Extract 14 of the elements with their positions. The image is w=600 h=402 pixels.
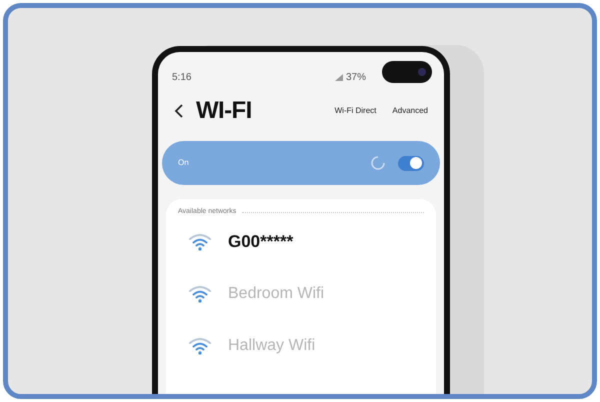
status-time: 5:16 [172, 71, 192, 85]
camera-cutout [382, 61, 432, 83]
back-icon[interactable] [174, 103, 184, 119]
wifi-icon [188, 336, 212, 354]
signal-icon [334, 74, 343, 81]
battery-percent: 37% [346, 71, 366, 85]
wifi-switch[interactable] [398, 156, 424, 170]
header-action-link[interactable]: Wi-Fi Direct [334, 105, 376, 117]
loading-spinner-icon [370, 155, 386, 171]
header-action-link[interactable]: Advanced [392, 105, 428, 117]
toggle-label: On [178, 157, 189, 169]
page-title: WI-FI [196, 96, 252, 126]
wifi-icon [188, 232, 212, 250]
wifi-icon [188, 284, 212, 302]
